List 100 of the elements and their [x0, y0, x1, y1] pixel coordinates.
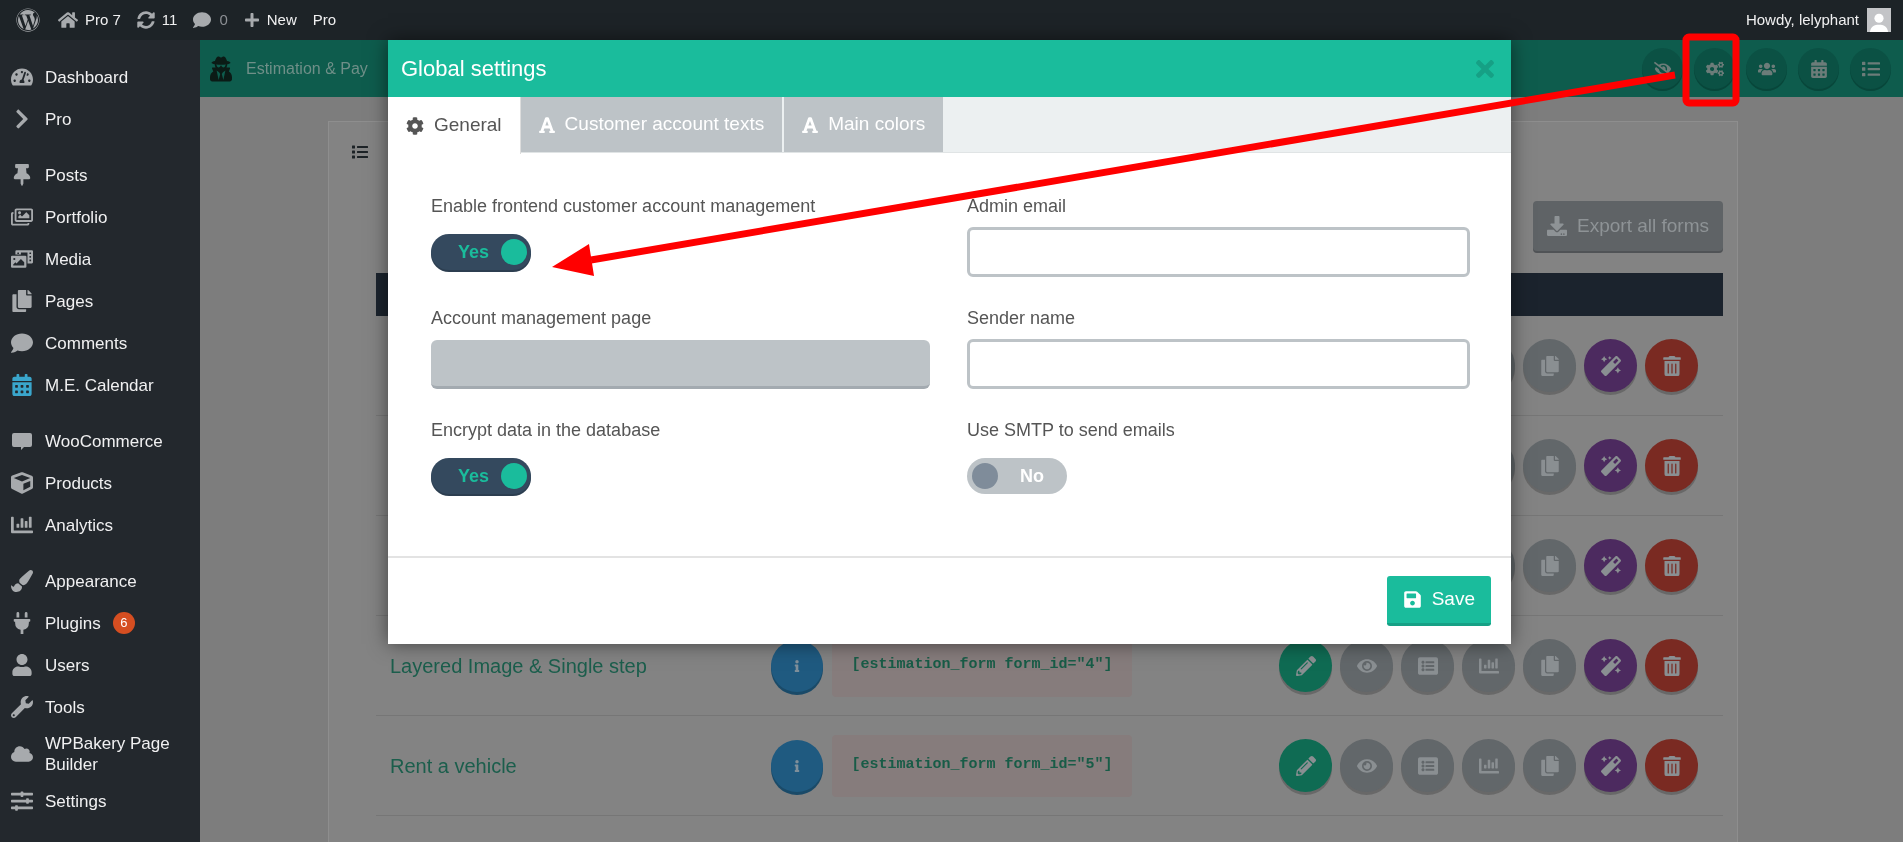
cogs-icon: [1705, 59, 1724, 78]
brush-icon: [11, 570, 33, 592]
copy-icon: [1539, 755, 1560, 776]
bar-chart-icon: [11, 514, 33, 536]
dialog-title: Global settings: [401, 55, 547, 83]
sidebar-item[interactable]: Portfolio: [0, 196, 200, 238]
field-label: Encrypt data in the database: [431, 420, 662, 440]
duplicate-button[interactable]: [1523, 639, 1576, 692]
plus-icon: [243, 12, 260, 28]
sidebar-item[interactable]: Products: [0, 462, 200, 504]
new-link[interactable]: New: [235, 0, 305, 40]
magic-button[interactable]: [1584, 339, 1637, 392]
sidebar-item[interactable]: Media: [0, 238, 200, 280]
sidebar-item[interactable]: Settings: [0, 780, 200, 822]
copy-icon: [1539, 655, 1560, 676]
delete-button[interactable]: [1645, 639, 1698, 692]
count-badge: 6: [112, 612, 135, 634]
toolbar-button[interactable]: [1694, 48, 1735, 89]
toggle-switch[interactable]: Yes: [431, 458, 531, 494]
pin-icon: [11, 164, 33, 186]
sidebar-item[interactable]: Pro: [0, 98, 200, 140]
sidebar-item[interactable]: Analytics: [0, 504, 200, 546]
duplicate-button[interactable]: [1523, 339, 1576, 392]
toolbar-button[interactable]: [1746, 48, 1787, 89]
delete-button[interactable]: [1645, 439, 1698, 492]
cloud-icon: [11, 743, 33, 765]
duplicate-button[interactable]: [1523, 539, 1576, 592]
sidebar-item[interactable]: Pages: [0, 280, 200, 322]
avatar: [1867, 8, 1891, 32]
field-label: Account management page: [431, 308, 653, 328]
sidebar-item[interactable]: Dashboard: [0, 56, 200, 98]
field-label: Use SMTP to send emails: [967, 420, 1176, 440]
magic-button[interactable]: [1584, 639, 1637, 692]
sidebar-item[interactable]: Appearance: [0, 560, 200, 602]
plug-icon: [11, 612, 33, 634]
delete-button[interactable]: [1645, 539, 1698, 592]
field-label: Enable frontend customer account management: [431, 196, 817, 216]
magic-wand-icon: [1600, 355, 1621, 376]
copy-icon: [1539, 455, 1560, 476]
pencil-icon: [1295, 755, 1316, 776]
list-icon: [1417, 755, 1438, 776]
trash-icon: [1661, 755, 1682, 776]
magic-wand-icon: [1600, 755, 1621, 776]
settings-icon: [406, 116, 424, 135]
gauge-icon: [11, 66, 33, 88]
site-link[interactable]: Pro 7: [50, 0, 129, 40]
calendar-icon: [1809, 59, 1828, 78]
list-icon: [1417, 655, 1438, 676]
menu-link[interactable]: Pro: [304, 0, 345, 40]
magic-wand-icon: [1600, 655, 1621, 676]
field-label: Sender name: [967, 308, 1077, 328]
text-field[interactable]: [967, 339, 1470, 389]
calendar-icon: [11, 374, 33, 396]
magic-button[interactable]: [1584, 739, 1637, 792]
magic-button[interactable]: [1584, 439, 1637, 492]
list-icon: [1861, 59, 1880, 78]
page-select[interactable]: [431, 339, 930, 389]
text-field[interactable]: [967, 227, 1470, 277]
shortcode: [estimation_form form_id="5"]: [832, 734, 1132, 797]
trash-icon: [1661, 655, 1682, 676]
copy-icon: [1539, 555, 1560, 576]
sidebar-item[interactable]: WPBakery Page Builder: [0, 728, 200, 780]
toolbar-button[interactable]: [1850, 48, 1891, 89]
plugin-title: Estimation & Pay: [246, 58, 368, 79]
sidebar-item[interactable]: Users: [0, 644, 200, 686]
updates-link[interactable]: 11: [128, 0, 186, 40]
refresh-icon: [136, 11, 155, 29]
toggle-switch[interactable]: Yes: [431, 234, 531, 270]
user-icon: [11, 654, 33, 676]
sidebar-item[interactable]: WooCommerce: [0, 420, 200, 462]
duplicate-button[interactable]: [1523, 439, 1576, 492]
sliders-icon: [11, 790, 33, 812]
home-icon: [58, 10, 78, 30]
magic-button[interactable]: [1584, 539, 1637, 592]
sidebar-item[interactable]: M.E. Calendar: [0, 364, 200, 406]
toolbar-button[interactable]: [1798, 48, 1839, 89]
greeting[interactable]: Howdy, lelyphant: [1745, 8, 1859, 32]
field-label: Admin email: [967, 196, 1068, 216]
media-icon: [11, 248, 33, 270]
box-icon: [11, 472, 33, 494]
letter-icon: [538, 115, 555, 134]
sidebar-item[interactable]: Comments: [0, 322, 200, 364]
duplicate-button[interactable]: [1523, 739, 1576, 792]
store-bubble-icon: [11, 430, 33, 452]
comment-icon: [193, 11, 212, 29]
wrench-icon: [11, 696, 33, 718]
sidebar-item[interactable]: Plugins 6: [0, 602, 200, 644]
delete-button[interactable]: [1645, 339, 1698, 392]
copy-icon: [1539, 355, 1560, 376]
sidebar-item[interactable]: Tools: [0, 686, 200, 728]
letter-icon: [802, 115, 819, 134]
pencil-icon: [1295, 655, 1316, 676]
comments-link[interactable]: 0: [185, 0, 236, 40]
list-icon: [351, 144, 369, 160]
magic-wand-icon: [1600, 455, 1621, 476]
wordpress-icon: [16, 8, 40, 32]
gallery-icon: [11, 206, 33, 228]
tab[interactable]: General: [388, 97, 521, 154]
sidebar-item[interactable]: Posts: [0, 154, 200, 196]
delete-button[interactable]: [1645, 739, 1698, 792]
